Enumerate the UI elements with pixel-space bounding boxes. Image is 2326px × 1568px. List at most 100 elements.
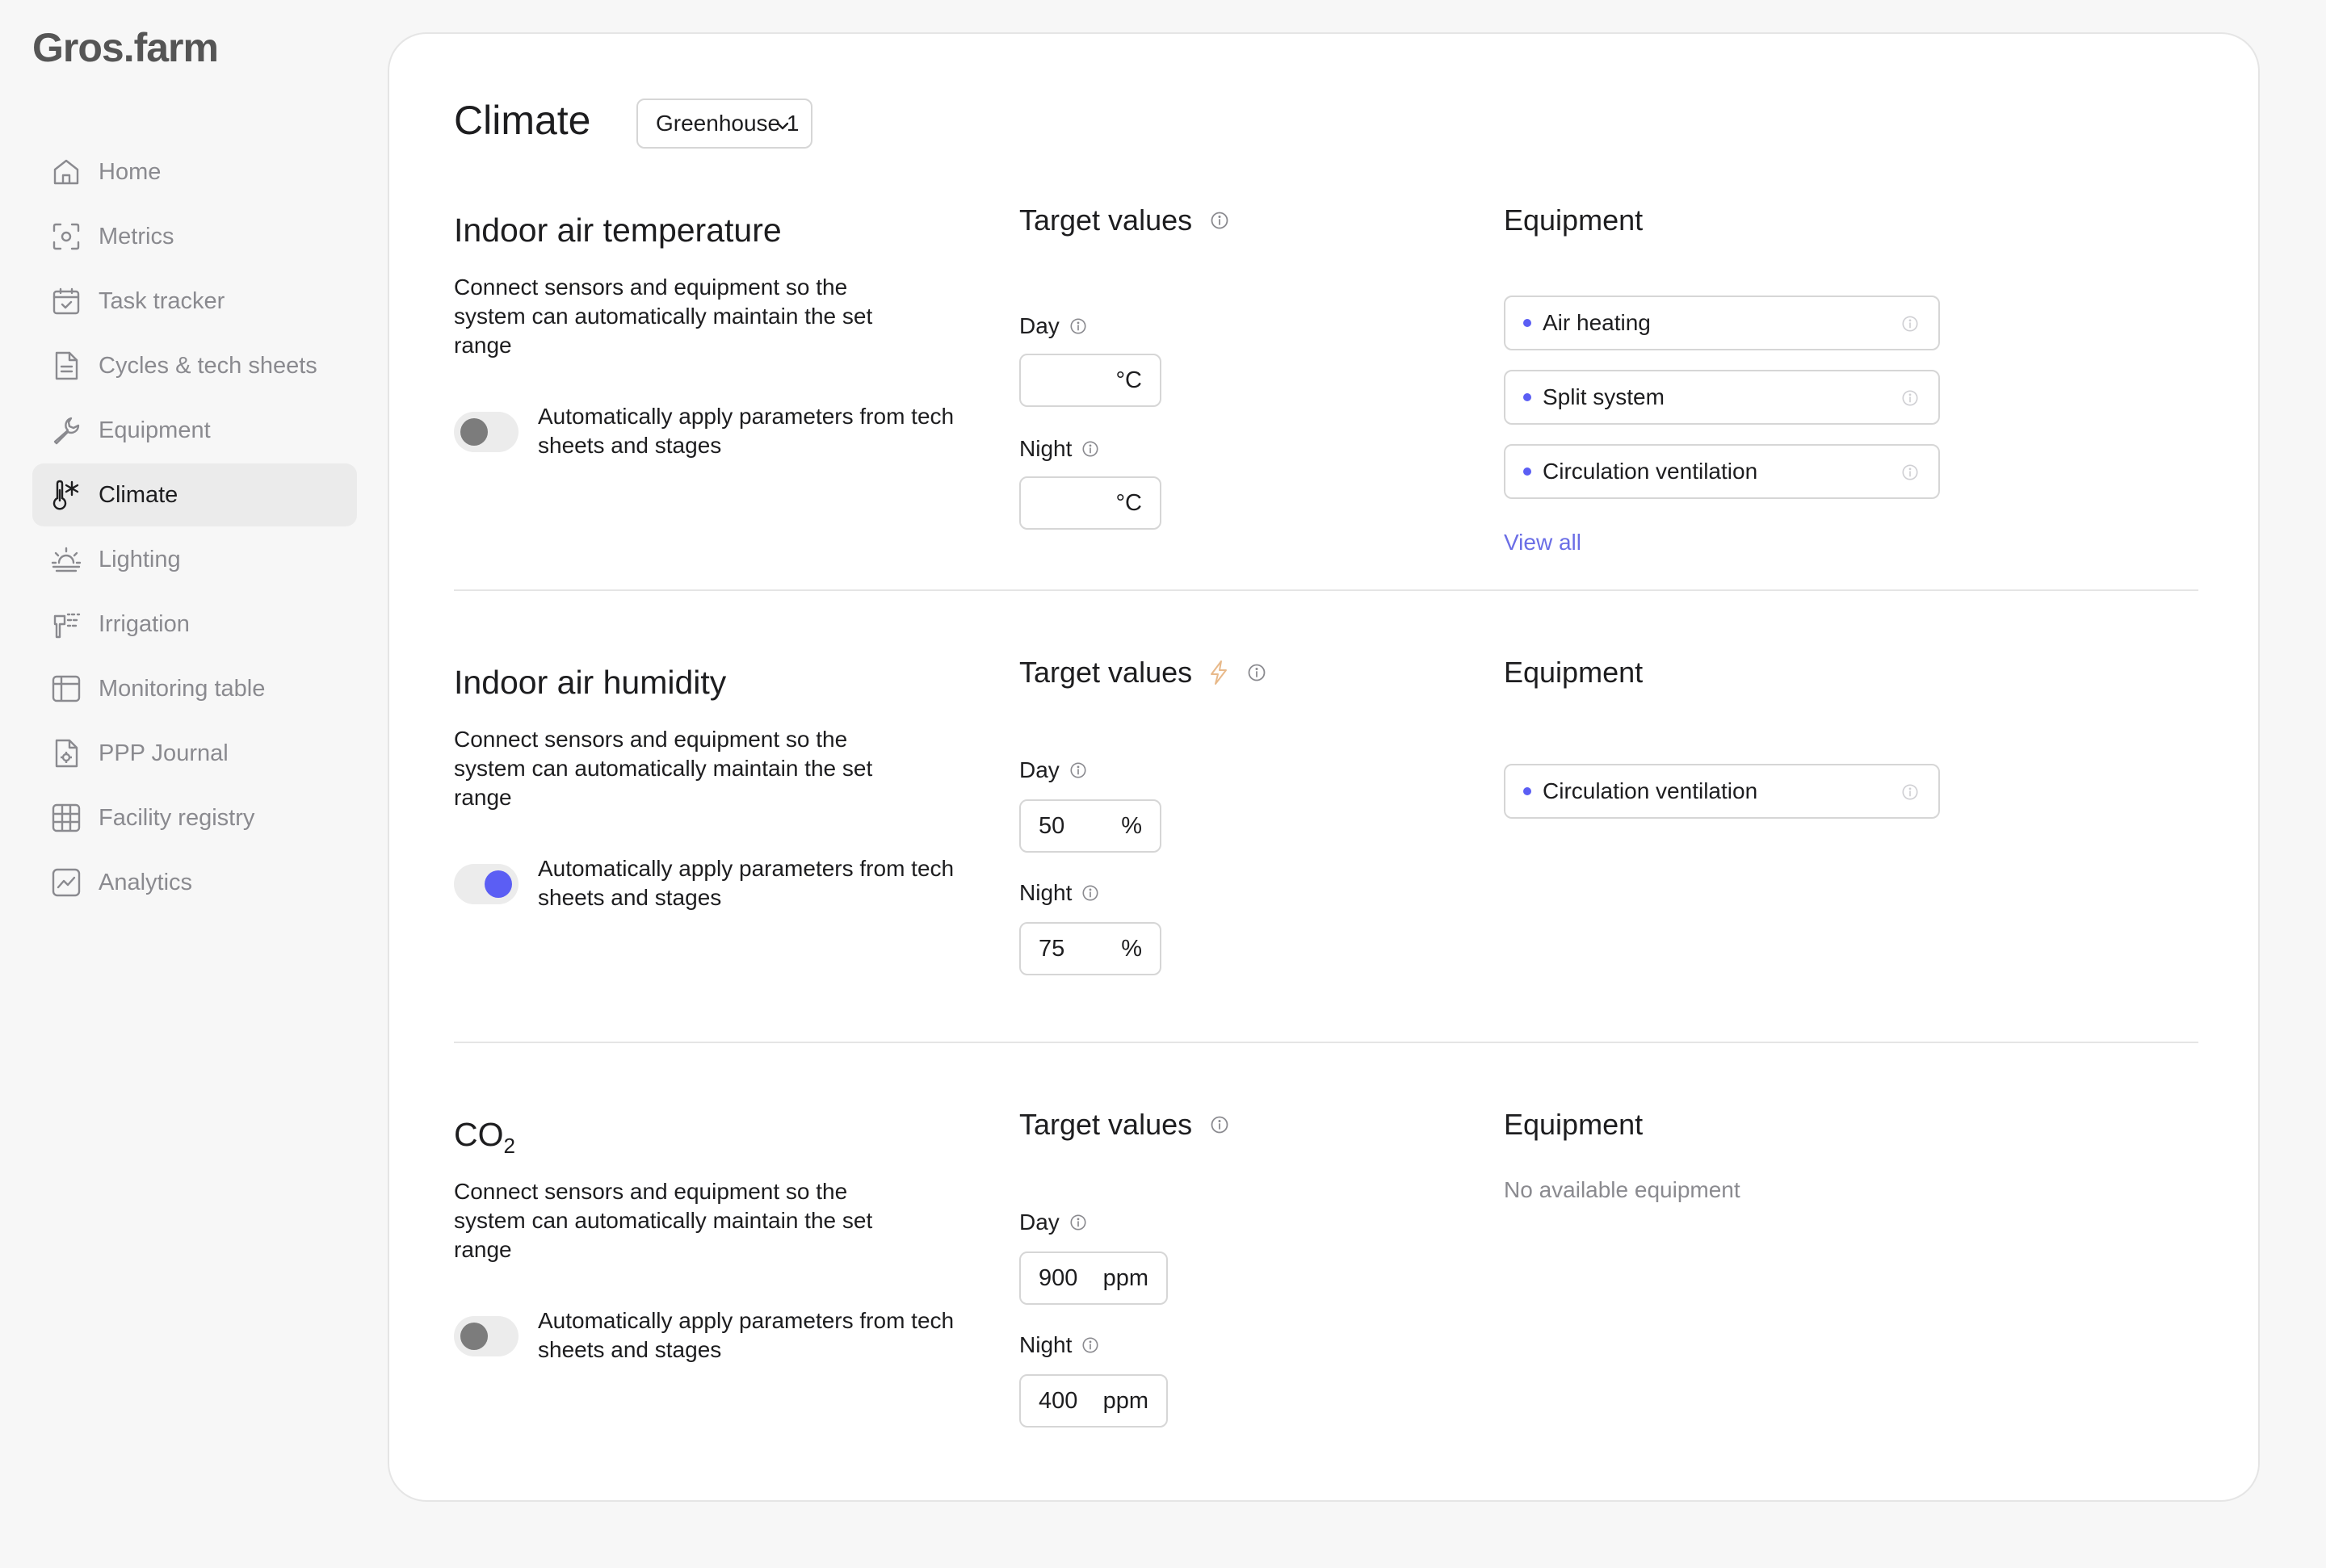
auto-apply-toggle[interactable] <box>454 412 519 452</box>
sidebar-item-facility-registry[interactable]: Facility registry <box>32 786 357 849</box>
equipment-item[interactable]: Circulation ventilation <box>1504 764 1940 819</box>
info-icon[interactable] <box>1081 1336 1099 1354</box>
target-values-heading: Target values <box>1019 656 1266 690</box>
sprinkler-icon <box>50 608 82 640</box>
section-co2: CO2 Connect sensors and equipment so the… <box>454 1108 2198 1568</box>
auto-apply-label: Automatically apply parameters from tech… <box>538 404 955 458</box>
equipment-item[interactable]: Split system <box>1504 370 1940 425</box>
equipment-name: Circulation ventilation <box>1543 778 1758 803</box>
sidebar-item-cycles[interactable]: Cycles & tech sheets <box>32 334 357 397</box>
sidebar-item-task-tracker[interactable]: Task tracker <box>32 270 357 333</box>
day-label-text: Day <box>1019 1210 1060 1235</box>
sidebar-nav: Home Metrics Task tracker Cycles & tech … <box>32 140 357 916</box>
toggle-knob <box>460 418 488 446</box>
day-label-text: Day <box>1019 313 1060 338</box>
target-values-heading: Target values <box>1019 1108 1229 1142</box>
sidebar-item-label: Home <box>99 158 162 185</box>
info-icon[interactable] <box>1081 884 1099 902</box>
sidebar-item-analytics[interactable]: Analytics <box>32 851 357 914</box>
equipment-item[interactable]: Circulation ventilation <box>1504 444 1940 499</box>
app-logo[interactable]: Gros.farm <box>32 24 219 71</box>
target-values-heading: Target values <box>1019 203 1229 237</box>
auto-apply-toggle[interactable] <box>454 1316 519 1356</box>
info-icon[interactable] <box>1901 463 1919 481</box>
equipment-title: Equipment <box>1504 656 1644 689</box>
sidebar-item-label: Lighting <box>99 546 181 572</box>
info-icon[interactable] <box>1210 1115 1229 1134</box>
info-icon[interactable] <box>1210 211 1229 230</box>
day-label: Day <box>1019 757 1087 783</box>
section-divider <box>454 1042 2198 1043</box>
sidebar-item-label: Cycles & tech sheets <box>99 352 317 379</box>
auto-apply-toggle[interactable] <box>454 864 519 904</box>
target-values-title: Target values <box>1019 203 1193 237</box>
sidebar-item-label: Irrigation <box>99 610 190 637</box>
lightning-icon <box>1208 660 1229 685</box>
night-label: Night <box>1019 1332 1099 1358</box>
section-title-subscript: 2 <box>503 1134 515 1159</box>
info-icon[interactable] <box>1081 440 1099 458</box>
field-value: 50 <box>1039 812 1065 839</box>
field-value: 400 <box>1039 1387 1078 1414</box>
field-unit: ppm <box>1102 1264 1148 1291</box>
sidebar-item-label: Climate <box>99 481 178 508</box>
status-dot <box>1523 467 1531 476</box>
section-divider <box>454 589 2198 591</box>
chevron-down-icon <box>774 115 791 132</box>
sidebar-item-equipment[interactable]: Equipment <box>32 399 357 462</box>
sidebar: Gros.farm Home Metrics Task tracker Cycl… <box>0 0 388 1453</box>
night-label-text: Night <box>1019 880 1073 905</box>
field-unit: % <box>1121 935 1142 962</box>
sidebar-item-label: Task tracker <box>99 287 225 314</box>
night-humidity-input[interactable]: 75 % <box>1019 922 1161 975</box>
equipment-name: Air heating <box>1543 310 1651 335</box>
sidebar-item-home[interactable]: Home <box>32 140 357 203</box>
view-all-link[interactable]: View all <box>1504 530 1581 556</box>
journal-gear-icon <box>50 737 82 769</box>
info-icon[interactable] <box>1069 761 1087 779</box>
target-values-title: Target values <box>1019 1108 1193 1141</box>
info-icon[interactable] <box>1069 317 1087 335</box>
night-label-text: Night <box>1019 436 1073 461</box>
night-label: Night <box>1019 436 1099 462</box>
greenhouse-select[interactable]: Greenhouse 1 <box>636 99 812 149</box>
info-icon[interactable] <box>1901 783 1919 801</box>
calendar-check-icon <box>50 285 82 317</box>
section-description: Connect sensors and equipment so the sys… <box>454 1179 873 1262</box>
toggle-knob <box>460 1323 488 1350</box>
target-values-title: Target values <box>1019 656 1193 689</box>
no-equipment-text: No available equipment <box>1504 1177 1740 1202</box>
night-co2-input[interactable]: 400 ppm <box>1019 1374 1168 1428</box>
info-icon[interactable] <box>1069 1214 1087 1231</box>
info-icon[interactable] <box>1901 315 1919 333</box>
wrench-icon <box>50 414 82 447</box>
info-icon[interactable] <box>1247 663 1266 682</box>
day-humidity-input[interactable]: 50 % <box>1019 799 1161 853</box>
day-co2-input[interactable]: 900 ppm <box>1019 1251 1168 1305</box>
sidebar-item-label: Monitoring table <box>99 675 266 702</box>
metrics-icon <box>50 220 82 253</box>
field-value: 900 <box>1039 1264 1078 1291</box>
section-description: Connect sensors and equipment so the sys… <box>454 727 873 810</box>
night-temperature-input[interactable]: °C <box>1019 476 1161 530</box>
chart-icon <box>50 866 82 899</box>
equipment-item[interactable]: Air heating <box>1504 296 1940 350</box>
sidebar-item-metrics[interactable]: Metrics <box>32 205 357 268</box>
day-label: Day <box>1019 313 1087 339</box>
night-label: Night <box>1019 880 1099 906</box>
day-temperature-input[interactable]: °C <box>1019 354 1161 407</box>
section-title-text: CO <box>454 1116 504 1153</box>
thermometer-snow-icon <box>50 479 82 511</box>
sidebar-item-ppp-journal[interactable]: PPP Journal <box>32 722 357 785</box>
sidebar-item-monitoring-table[interactable]: Monitoring table <box>32 657 357 720</box>
sidebar-item-lighting[interactable]: Lighting <box>32 528 357 591</box>
field-unit: ppm <box>1102 1387 1148 1414</box>
section-title: Indoor air humidity <box>454 664 727 701</box>
field-unit: % <box>1121 812 1142 839</box>
sidebar-item-irrigation[interactable]: Irrigation <box>32 593 357 656</box>
info-icon[interactable] <box>1901 389 1919 407</box>
sidebar-item-climate[interactable]: Climate <box>32 463 357 526</box>
day-label: Day <box>1019 1210 1087 1235</box>
section-temperature: Indoor air temperature Connect sensors a… <box>454 203 2198 664</box>
sunrise-icon <box>50 543 82 576</box>
